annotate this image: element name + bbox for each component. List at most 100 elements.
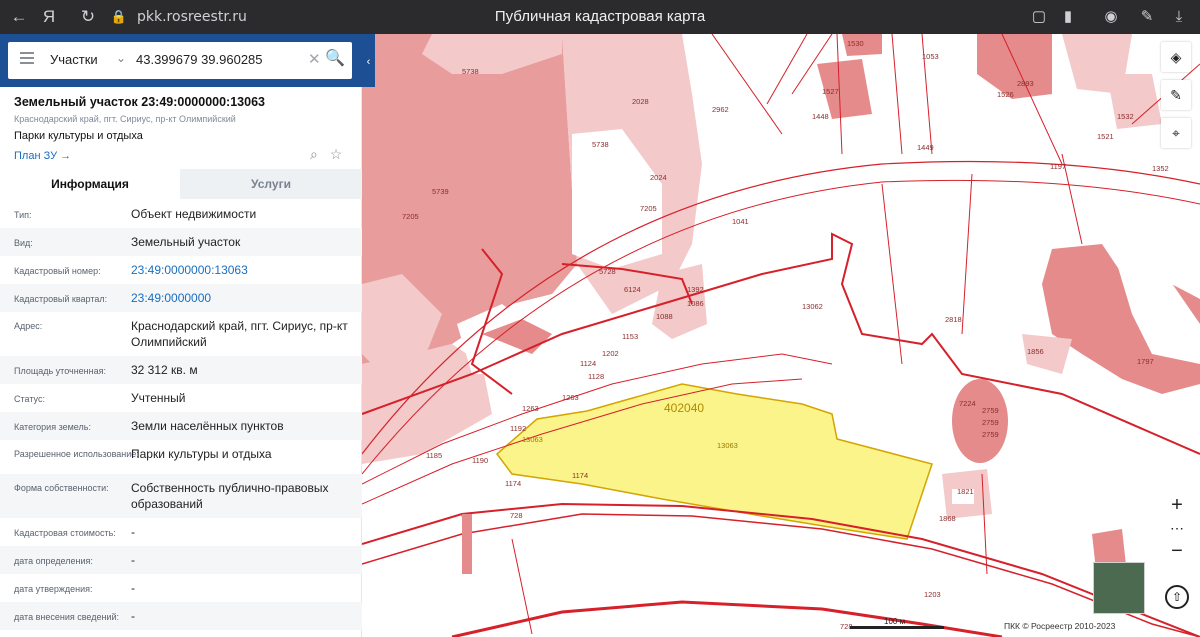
parcel-label: 1532 bbox=[1117, 112, 1134, 121]
extensions-icon[interactable]: ▢ bbox=[1028, 6, 1050, 28]
row-value: Земли населённых пунктов bbox=[131, 419, 284, 433]
cadastral-map[interactable]: 5738 5739 7205 2028 2962 1530 1053 2893 1527 1448… bbox=[362, 34, 1200, 637]
row-value: Собственность публично-правовых образова… bbox=[131, 481, 329, 511]
scale-bar: 100 м bbox=[850, 617, 944, 629]
row-value: Земельный участок bbox=[131, 235, 241, 249]
ruler-icon[interactable]: ✎ bbox=[1161, 80, 1191, 110]
tab-services[interactable]: Услуги bbox=[180, 169, 362, 199]
parcel-label: 1088 bbox=[656, 312, 673, 321]
basemap-switcher[interactable] bbox=[1093, 562, 1145, 614]
parcel-label: 1392 bbox=[687, 285, 704, 294]
parcel-label: 7224 bbox=[959, 399, 976, 408]
browser-toolbar: ← Я ↻ 🔒 pkk.rosreestr.ru Публичная кадас… bbox=[0, 0, 1200, 34]
row-key: Тип: bbox=[14, 210, 32, 220]
row-key: Категория земель: bbox=[14, 422, 91, 432]
close-icon[interactable]: ✕ bbox=[308, 50, 321, 68]
share-icon[interactable]: ✎ bbox=[1136, 6, 1158, 28]
parcel-label: 1086 bbox=[687, 299, 704, 308]
table-row: Форма собственности: Собственность публич… bbox=[0, 474, 362, 518]
info-panel: Участки ⌄ 43.399679 39.960285 ✕ 🔍 ‹ Земе… bbox=[0, 34, 375, 637]
object-usage: Парки культуры и отдыха bbox=[14, 130, 143, 142]
parcel-label: 1448 bbox=[812, 112, 829, 121]
search-type-select[interactable]: Участки bbox=[50, 52, 98, 67]
row-value: Объект недвижимости bbox=[131, 207, 257, 221]
search-box[interactable]: Участки ⌄ 43.399679 39.960285 ✕ 🔍 bbox=[8, 42, 352, 79]
page-title: Публичная кадастровая карта bbox=[494, 8, 706, 25]
table-row: Статус: Учтенный bbox=[0, 384, 362, 412]
compass-icon[interactable]: ⇧ bbox=[1165, 585, 1189, 609]
map-canvas[interactable]: 5738 5739 7205 2028 2962 1530 1053 2893 1527 1448… bbox=[362, 34, 1200, 637]
parcel-label: 1352 bbox=[1152, 164, 1169, 173]
parcel-label: 2759 bbox=[982, 418, 999, 427]
download-icon[interactable]: ⤓ bbox=[1168, 6, 1190, 28]
attribution: ПКК © Росреестр 2010-2023 bbox=[1004, 621, 1116, 631]
chevron-down-icon[interactable]: ⌄ bbox=[116, 51, 126, 65]
parcel-label: 1530 bbox=[847, 39, 864, 48]
tab-info[interactable]: Информация bbox=[0, 169, 180, 199]
profile-icon[interactable]: ◉ bbox=[1100, 6, 1122, 28]
row-value: - bbox=[131, 525, 135, 539]
object-title: Земельный участок 23:49:0000000:13063 bbox=[14, 95, 265, 109]
scale-label: 100 м bbox=[884, 617, 906, 626]
row-key: Кадастровая стоимость: bbox=[14, 528, 116, 538]
table-row: Категория земель: Земли населённых пункто… bbox=[0, 412, 362, 440]
row-key: Вид: bbox=[14, 238, 33, 248]
arrow-right-icon: → bbox=[60, 150, 72, 162]
parcel-label: 2818 bbox=[945, 315, 962, 324]
row-key: дата внесения сведений: bbox=[14, 612, 119, 622]
parcel-label: 1174 bbox=[572, 471, 588, 480]
parcel-label: 5728 bbox=[599, 267, 616, 276]
parcel-label: 1263 bbox=[562, 393, 579, 402]
parcel-label: 2759 bbox=[982, 430, 999, 439]
row-key: Форма собственности: bbox=[14, 483, 109, 493]
parcel-label: 1124 bbox=[580, 359, 596, 368]
table-row: дата утверждения: - bbox=[0, 574, 362, 602]
plan-link-label[interactable]: План ЗУ bbox=[14, 150, 57, 162]
table-row: Адрес: Краснодарский край, пгт. Сириус, п… bbox=[0, 312, 362, 356]
object-address: Краснодарский край, пгт. Сириус, пр-кт О… bbox=[14, 114, 236, 124]
search-input[interactable]: 43.399679 39.960285 bbox=[136, 52, 263, 67]
table-row: Кадастровый номер: 23:49:0000000:13063 bbox=[0, 256, 362, 284]
search-icon[interactable]: 🔍 bbox=[325, 48, 345, 68]
table-row: Тип: Объект недвижимости bbox=[0, 200, 362, 228]
layers-icon[interactable]: ◈ bbox=[1161, 42, 1191, 72]
table-row: дата определения: - bbox=[0, 546, 362, 574]
row-key: Статус: bbox=[14, 394, 45, 404]
table-row: Кадастровая стоимость: - bbox=[0, 518, 362, 546]
parcel-label: 1153 bbox=[622, 332, 638, 341]
row-key: дата утверждения: bbox=[14, 584, 93, 594]
parcel-label: 2028 bbox=[632, 97, 649, 106]
zoom-in-button[interactable]: + bbox=[1163, 491, 1191, 519]
more-icon[interactable]: ⋯ bbox=[1163, 519, 1191, 537]
row-value: - bbox=[131, 553, 135, 567]
collapse-panel-button[interactable]: ‹ bbox=[362, 52, 375, 72]
parcel-label: 2759 bbox=[982, 406, 999, 415]
bookmark-icon[interactable]: ▮ bbox=[1057, 6, 1079, 28]
parcel-label: 1797 bbox=[1137, 357, 1154, 366]
parcel-label: 7205 bbox=[640, 204, 657, 213]
row-key: Площадь уточненная: bbox=[14, 366, 106, 376]
table-row: Площадь уточненная: 32 312 кв. м bbox=[0, 356, 362, 384]
parcel-label: 1053 bbox=[922, 52, 939, 61]
zoom-controls: + ⋯ − bbox=[1163, 491, 1191, 565]
parcel-label: 1821 bbox=[957, 487, 974, 496]
header-tools: ⌕ ☆ bbox=[310, 146, 342, 163]
map-tools: ◈ ✎ ⌖ bbox=[1161, 42, 1193, 156]
zoom-out-button[interactable]: − bbox=[1163, 537, 1191, 565]
row-value-link[interactable]: 23:49:0000000:13063 bbox=[131, 262, 356, 278]
parcel-label: 7205 bbox=[402, 212, 419, 221]
parcel-label: 1041 bbox=[732, 217, 749, 226]
star-icon[interactable]: ☆ bbox=[330, 146, 343, 162]
parcel-label: 1263 bbox=[522, 404, 539, 413]
parcel-label: 5738 bbox=[462, 67, 479, 76]
menu-icon[interactable] bbox=[20, 52, 34, 67]
zoom-to-object-icon[interactable]: ⌕ bbox=[310, 146, 318, 162]
parcel-label: 2024 bbox=[650, 173, 667, 182]
parcel-label: 1527 bbox=[822, 87, 839, 96]
row-key: Разрешенное использование: bbox=[14, 449, 139, 459]
row-value-link[interactable]: 23:49:0000000 bbox=[131, 290, 356, 306]
row-value: 32 312 кв. м bbox=[131, 363, 198, 377]
plan-link[interactable]: План ЗУ → bbox=[14, 150, 348, 162]
table-row: Разрешенное использование: Парки культуры… bbox=[0, 440, 362, 474]
locate-icon[interactable]: ⌖ bbox=[1161, 118, 1191, 148]
